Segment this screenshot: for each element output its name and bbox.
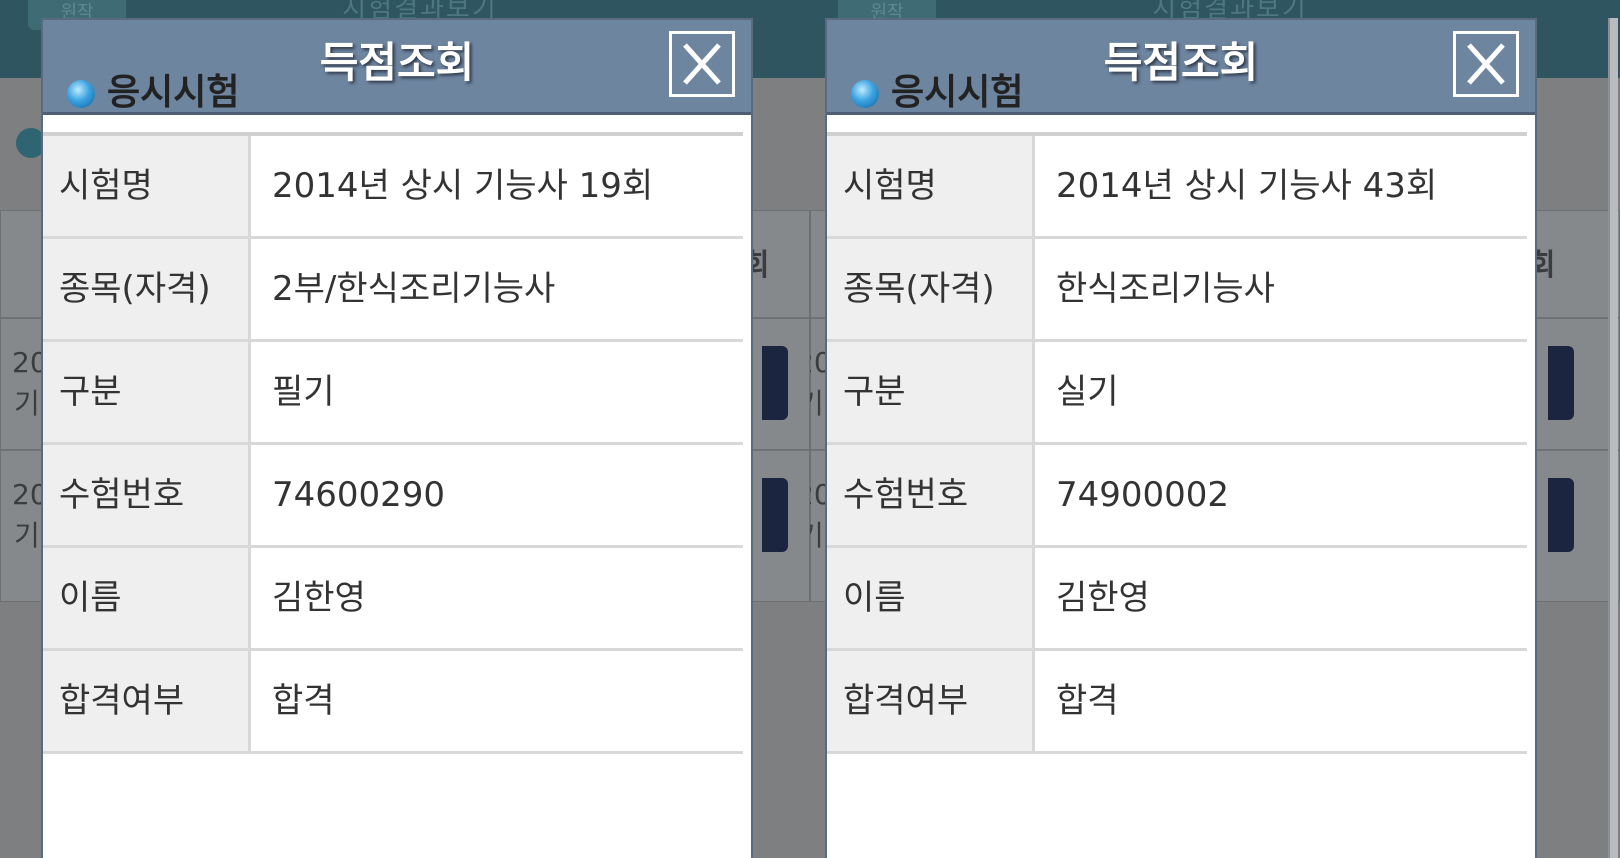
row-value: 2014년 상시 기능사 19회	[254, 136, 743, 236]
table-row: 수험번호 74900002	[827, 445, 1527, 548]
row-label: 시험명	[827, 136, 1035, 236]
close-button[interactable]	[1453, 31, 1519, 97]
row-label: 수험번호	[43, 445, 251, 545]
row-value: 한식조리기능사	[1038, 239, 1527, 339]
table-row: 이름 김한영	[827, 548, 1527, 651]
table-row: 종목(자격) 한식조리기능사	[827, 239, 1527, 342]
table-row: 구분 실기	[827, 342, 1527, 445]
table-row: 구분 필기	[43, 342, 743, 445]
bullet-icon	[67, 80, 95, 108]
background-row-text: 기	[14, 387, 40, 420]
background-action-button	[1548, 346, 1574, 420]
row-label: 종목(자격)	[827, 239, 1035, 339]
background-row-text: 기	[14, 519, 40, 552]
row-value: 2부/한식조리기능사	[254, 239, 743, 339]
row-label: 합격여부	[827, 651, 1035, 751]
section-title: 응시시험	[891, 72, 1024, 113]
row-value: 김한영	[1038, 548, 1527, 648]
background-action-button	[762, 478, 788, 552]
row-value: 실기	[1038, 342, 1527, 442]
exam-info-table: 시험명 2014년 상시 기능사 19회 종목(자격) 2부/한식조리기능사 구…	[43, 132, 743, 754]
table-row: 시험명 2014년 상시 기능사 19회	[43, 136, 743, 239]
row-value: 필기	[254, 342, 743, 442]
row-label: 이름	[827, 548, 1035, 648]
scrollbar[interactable]	[1608, 18, 1618, 858]
left-screenshot: 원작 시험결과보기 회 20 기 20 기 득점조회 응시시험 시험명 2014…	[0, 0, 810, 858]
table-row: 이름 김한영	[43, 548, 743, 651]
score-dialog: 득점조회 응시시험 시험명 2014년 상시 기능사 19회 종목(자격) 2부…	[41, 18, 753, 858]
row-label: 합격여부	[43, 651, 251, 751]
background-row-text: 기	[810, 387, 824, 420]
right-screenshot: 원작 시험결과보기 회 20 기 20 기 득점조회 응시시험 시험명 2014…	[810, 0, 1620, 858]
row-label: 구분	[43, 342, 251, 442]
table-row: 시험명 2014년 상시 기능사 43회	[827, 136, 1527, 239]
table-row: 합격여부 합격	[827, 651, 1527, 754]
table-row: 종목(자격) 2부/한식조리기능사	[43, 239, 743, 342]
background-action-button	[1548, 478, 1574, 552]
score-dialog: 득점조회 응시시험 시험명 2014년 상시 기능사 43회 종목(자격) 한식…	[825, 18, 1537, 858]
row-value: 74600290	[254, 445, 743, 545]
row-label: 이름	[43, 548, 251, 648]
row-value: 합격	[1038, 651, 1527, 751]
close-button[interactable]	[669, 31, 735, 97]
row-value: 74900002	[1038, 445, 1527, 545]
row-label: 수험번호	[827, 445, 1035, 545]
background-action-button	[762, 346, 788, 420]
row-label: 구분	[827, 342, 1035, 442]
bullet-icon	[851, 80, 879, 108]
table-row: 합격여부 합격	[43, 651, 743, 754]
row-value: 2014년 상시 기능사 43회	[1038, 136, 1527, 236]
table-row: 수험번호 74600290	[43, 445, 743, 548]
row-label: 종목(자격)	[43, 239, 251, 339]
row-value: 합격	[254, 651, 743, 751]
close-icon	[683, 43, 721, 85]
row-value: 김한영	[254, 548, 743, 648]
background-row-text: 기	[810, 519, 824, 552]
row-label: 시험명	[43, 136, 251, 236]
section-title: 응시시험	[107, 72, 240, 113]
exam-info-table: 시험명 2014년 상시 기능사 43회 종목(자격) 한식조리기능사 구분 실…	[827, 132, 1527, 754]
close-icon	[1467, 43, 1505, 85]
